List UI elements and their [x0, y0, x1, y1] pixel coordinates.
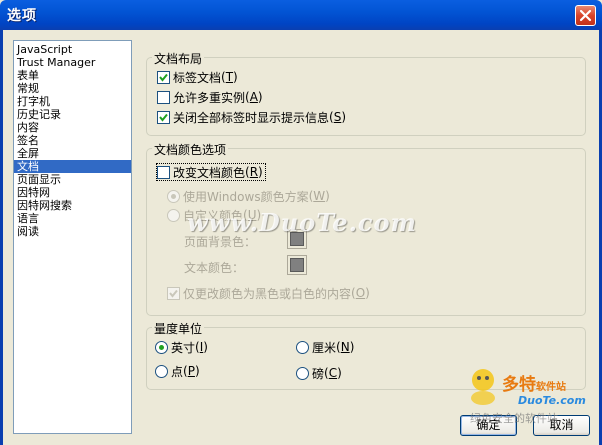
option-point[interactable]: 点(P)	[155, 363, 200, 379]
change-color-label: 改变文档颜色	[173, 165, 246, 180]
checkmark-icon	[159, 73, 168, 82]
ok-button[interactable]: 确定	[460, 415, 517, 436]
cm-key: N	[340, 340, 350, 354]
window-title: 选项	[7, 8, 37, 24]
category-item[interactable]: 历史记录	[14, 108, 131, 121]
close-prompt-checkbox[interactable]	[157, 110, 170, 124]
text-color-swatch[interactable]	[287, 255, 307, 275]
checkmark-icon	[159, 113, 168, 122]
close-prompt-key: S	[333, 110, 342, 124]
category-item[interactable]: 因特网搜索	[14, 199, 131, 212]
category-item[interactable]: 文档	[14, 160, 131, 173]
inch-key: I	[199, 340, 204, 354]
pica-label: 磅	[312, 366, 325, 381]
option-pica[interactable]: 磅(C)	[296, 365, 342, 381]
window-frame-left	[0, 30, 3, 445]
bg-color-label: 页面背景色：	[184, 235, 257, 249]
category-item[interactable]: 打字机	[14, 95, 131, 108]
layout-group-title: 文档布局	[152, 50, 205, 67]
only-bw-key: O	[355, 286, 366, 300]
windows-scheme-label: 使用Windows颜色方案	[183, 189, 309, 204]
inch-radio[interactable]	[155, 340, 168, 354]
custom-color-key: U	[247, 208, 257, 222]
bg-color-swatch[interactable]	[287, 229, 307, 249]
change-color-checkbox[interactable]	[157, 165, 170, 179]
option-multi-instance[interactable]: 允许多重实例(A)	[157, 89, 263, 105]
cm-radio[interactable]	[296, 340, 309, 354]
custom-color-label: 自定义颜色	[183, 208, 244, 223]
tabbed-docs-checkbox[interactable]	[157, 70, 170, 84]
option-only-bw[interactable]: 仅更改颜色为黑色或白色的内容(O)	[167, 285, 370, 301]
change-color-key: R	[249, 165, 259, 179]
option-cm[interactable]: 厘米(N)	[296, 339, 354, 355]
tabbed-docs-label: 标签文档	[173, 70, 222, 85]
checkmark-icon	[169, 289, 178, 298]
color-group-title: 文档颜色选项	[152, 141, 229, 158]
category-item[interactable]: 语言	[14, 212, 131, 225]
tabbed-docs-key: T	[225, 70, 234, 84]
cm-label: 厘米	[312, 340, 337, 355]
close-icon	[579, 9, 592, 22]
only-bw-label: 仅更改颜色为黑色或白色的内容	[183, 286, 352, 301]
option-windows-scheme[interactable]: 使用Windows颜色方案(W)	[167, 188, 330, 204]
pica-radio[interactable]	[296, 366, 309, 380]
units-group	[146, 327, 586, 390]
category-item[interactable]: 全屏	[14, 147, 131, 160]
multi-instance-key: A	[249, 90, 258, 104]
category-item[interactable]: JavaScript	[14, 43, 131, 56]
watermark-url: DuoTe.com	[518, 394, 586, 407]
category-list[interactable]: JavaScript Trust Manager 表单 常规 打字机 历史记录 内容 签名 全屏…	[13, 40, 132, 434]
option-tabbed-docs[interactable]: 标签文档(T)	[157, 69, 238, 85]
pica-key: C	[328, 366, 338, 380]
multi-instance-checkbox[interactable]	[157, 90, 170, 104]
close-button[interactable]	[575, 5, 596, 26]
option-custom-color[interactable]: 自定义颜色(U)	[167, 207, 261, 223]
category-item[interactable]: 因特网	[14, 186, 131, 199]
text-color-label: 文本颜色：	[184, 261, 245, 275]
option-inch[interactable]: 英寸(I)	[155, 339, 208, 355]
cancel-button[interactable]: 取消	[533, 415, 590, 436]
category-item[interactable]: 签名	[14, 134, 131, 147]
windows-scheme-radio[interactable]	[167, 189, 180, 203]
title-bar: 选项	[0, 0, 602, 30]
option-change-color[interactable]: 改变文档颜色(R)	[156, 163, 266, 181]
point-label: 点	[171, 364, 184, 379]
category-item[interactable]: 阅读	[14, 225, 131, 238]
point-key: P	[187, 364, 195, 378]
multi-instance-label: 允许多重实例	[173, 90, 246, 105]
inch-label: 英寸	[171, 340, 196, 355]
custom-color-radio[interactable]	[167, 208, 180, 222]
category-item[interactable]: 内容	[14, 121, 131, 134]
close-prompt-label: 关闭全部标签时显示提示信息	[173, 110, 330, 125]
category-item[interactable]: Trust Manager	[14, 56, 131, 69]
category-item[interactable]: 页面显示	[14, 173, 131, 186]
point-radio[interactable]	[155, 364, 168, 378]
only-bw-checkbox[interactable]	[167, 286, 180, 300]
units-group-title: 量度单位	[152, 320, 205, 337]
windows-scheme-key: W	[313, 189, 326, 203]
category-item[interactable]: 表单	[14, 69, 131, 82]
category-item[interactable]: 常规	[14, 82, 131, 95]
option-close-prompt[interactable]: 关闭全部标签时显示提示信息(S)	[157, 109, 346, 125]
